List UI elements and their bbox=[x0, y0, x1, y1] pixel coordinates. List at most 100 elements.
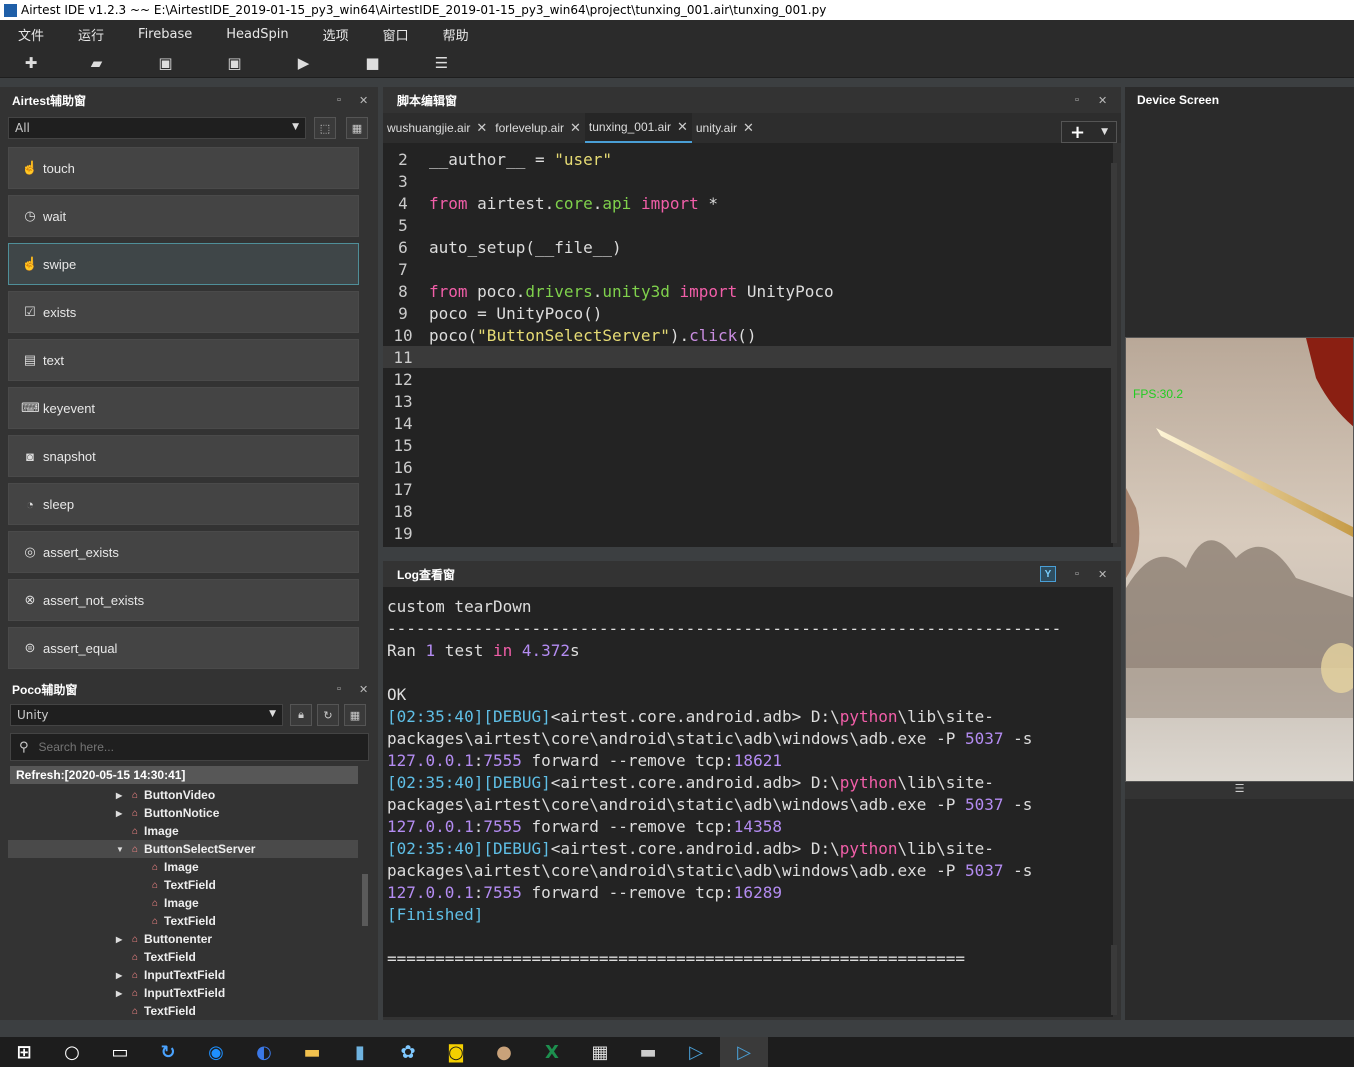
fps-label: FPS:30.2 bbox=[1133, 387, 1183, 401]
chrome-taskbar-button[interactable]: ◐ bbox=[240, 1037, 288, 1067]
chevron-right-icon[interactable]: ▶ bbox=[116, 971, 126, 980]
refresh-icon[interactable]: ↻ bbox=[317, 704, 339, 726]
code-text: poco = UnityPoco() bbox=[423, 304, 602, 323]
new-button[interactable]: ✚ bbox=[0, 48, 62, 78]
api-button-assert-equal[interactable]: ⊜ assert_equal bbox=[8, 627, 359, 669]
blue-app-taskbar-button[interactable]: ◉ bbox=[192, 1037, 240, 1067]
chevron-down-icon[interactable]: ▼ bbox=[116, 845, 126, 854]
poco-mode-select[interactable]: Unity ▼ bbox=[10, 704, 283, 726]
float-icon[interactable]: ▫ bbox=[1075, 94, 1079, 106]
chevron-right-icon[interactable]: ▶ bbox=[116, 791, 126, 800]
device-toolbar-handle[interactable]: ☰ bbox=[1125, 782, 1354, 799]
tree-node[interactable]: ⌂ TextField bbox=[8, 948, 358, 966]
api-button-sleep[interactable]: ◔ sleep bbox=[8, 483, 359, 525]
tree-node[interactable]: ⌂ TextField bbox=[8, 1002, 358, 1020]
refresh-status[interactable]: Refresh:[2020-05-15 14:30:41] bbox=[10, 766, 358, 784]
tree-node[interactable]: ⌂ TextField bbox=[8, 912, 358, 930]
editor-tab[interactable]: tunxing_001.air ✕ bbox=[584, 113, 692, 143]
menu-item[interactable]: 运行 bbox=[61, 25, 121, 44]
tree-node[interactable]: ⌂ Image bbox=[8, 822, 358, 840]
terminal-taskbar-button[interactable]: ▬ bbox=[624, 1037, 672, 1067]
code-editor[interactable]: 2 __author__ = "user" 3 4 from airtest.core.… bbox=[383, 143, 1113, 547]
open-folder-button[interactable]: ▰ bbox=[62, 48, 131, 78]
record-icon[interactable]: ▦ bbox=[344, 704, 366, 726]
screenshot-select-icon[interactable]: ⬚ bbox=[314, 117, 336, 139]
device-screen[interactable]: FPS:30.2 bbox=[1125, 337, 1354, 782]
editor-tab[interactable]: wushuangjie.air ✕ bbox=[383, 113, 491, 143]
refresh-app-taskbar-button[interactable]: ↻ bbox=[144, 1037, 192, 1067]
api-button-wait[interactable]: ◷ wait bbox=[8, 195, 359, 237]
close-icon[interactable]: ✕ bbox=[677, 119, 688, 135]
code-token: auto_setup(__file__) bbox=[429, 237, 622, 257]
windows-start-taskbar-button[interactable]: ⊞ bbox=[0, 1037, 48, 1067]
node-icon: ⌂ bbox=[132, 843, 139, 855]
close-icon[interactable]: ✕ bbox=[476, 120, 487, 136]
run-button[interactable]: ▶ bbox=[269, 48, 338, 78]
close-icon[interactable]: ✕ bbox=[359, 683, 368, 696]
api-button-snapshot[interactable]: ◙ snapshot bbox=[8, 435, 359, 477]
stop-button[interactable]: ■ bbox=[338, 48, 407, 78]
report-button[interactable]: ☰ bbox=[407, 48, 476, 78]
menu-item[interactable]: 选项 bbox=[306, 25, 366, 44]
excel-taskbar-button[interactable]: X bbox=[528, 1037, 576, 1067]
api-button-text[interactable]: ▤ text bbox=[8, 339, 359, 381]
editor-scrollbar[interactable] bbox=[1111, 163, 1117, 543]
search-circle-taskbar-button[interactable]: ○ bbox=[48, 1037, 96, 1067]
close-icon[interactable]: ✕ bbox=[359, 94, 368, 107]
poco-search[interactable]: ⚲ bbox=[10, 733, 369, 761]
editor-tab[interactable]: unity.air ✕ bbox=[692, 113, 758, 143]
api-button-assert-not-exists[interactable]: ⊗ assert_not_exists bbox=[8, 579, 359, 621]
tree-node[interactable]: ▶ ⌂ ButtonNotice bbox=[8, 804, 358, 822]
file-explorer-taskbar-button[interactable]: ▬ bbox=[288, 1037, 336, 1067]
chevron-right-icon[interactable]: ▶ bbox=[116, 809, 126, 818]
api-button-keyevent[interactable]: ⌨ keyevent bbox=[8, 387, 359, 429]
api-button-touch[interactable]: ☝ touch bbox=[8, 147, 359, 189]
api-filter-select[interactable]: All ▼ bbox=[8, 117, 306, 139]
close-icon[interactable]: ✕ bbox=[570, 120, 581, 136]
api-button-swipe[interactable]: ☝ swipe bbox=[8, 243, 359, 285]
float-icon[interactable]: ▫ bbox=[337, 683, 341, 695]
tree-node[interactable]: ▶ ⌂ InputTextField bbox=[8, 966, 358, 984]
float-icon[interactable]: ▫ bbox=[1075, 568, 1079, 580]
tree-node[interactable]: ▼ ⌂ ButtonSelectServer bbox=[8, 840, 358, 858]
menu-item[interactable]: Firebase bbox=[121, 27, 209, 42]
close-icon[interactable]: ✕ bbox=[743, 120, 754, 136]
close-icon[interactable]: ✕ bbox=[1098, 568, 1107, 581]
tree-scrollbar[interactable] bbox=[362, 874, 368, 926]
lock-icon[interactable]: 🔒︎ bbox=[290, 704, 312, 726]
menu-item[interactable]: 文件 bbox=[0, 25, 61, 44]
tree-node[interactable]: ▶ ⌂ Buttonenter bbox=[8, 930, 358, 948]
search-input[interactable] bbox=[38, 740, 339, 754]
tree-node[interactable]: ⌂ Image bbox=[8, 894, 358, 912]
calculator-taskbar-button[interactable]: ▦ bbox=[576, 1037, 624, 1067]
tree-node[interactable]: ▶ ⌂ InputTextField bbox=[8, 984, 358, 1002]
float-icon[interactable]: ▫ bbox=[337, 94, 341, 106]
avatar-app-taskbar-button[interactable]: ● bbox=[480, 1037, 528, 1067]
tree-node[interactable]: ⌂ TextField bbox=[8, 876, 358, 894]
api-button-assert-exists[interactable]: ◎ assert_exists bbox=[8, 531, 359, 573]
filter-icon[interactable]: Y bbox=[1040, 566, 1056, 582]
tree-node[interactable]: ⌂ Image bbox=[8, 858, 358, 876]
save-button[interactable]: ▣ bbox=[131, 48, 200, 78]
menu-item[interactable]: HeadSpin bbox=[209, 27, 305, 42]
code-line: 14 bbox=[383, 412, 1113, 434]
airtest-active-taskbar-button[interactable]: ▷ bbox=[720, 1037, 768, 1067]
api-button-exists[interactable]: ☑ exists bbox=[8, 291, 359, 333]
chevron-right-icon[interactable]: ▶ bbox=[116, 935, 126, 944]
record-icon[interactable]: ▦ bbox=[346, 117, 368, 139]
notepad-taskbar-button[interactable]: ▮ bbox=[336, 1037, 384, 1067]
yellow-app-taskbar-button[interactable]: ◙ bbox=[432, 1037, 480, 1067]
menu-item[interactable]: 窗口 bbox=[366, 25, 426, 44]
save-as-button[interactable]: ▣ bbox=[200, 48, 269, 78]
close-icon[interactable]: ✕ bbox=[1098, 94, 1107, 107]
task-view-taskbar-button[interactable]: ▭ bbox=[96, 1037, 144, 1067]
airtest-taskbar-button[interactable]: ▷ bbox=[672, 1037, 720, 1067]
log-scrollbar[interactable] bbox=[1111, 945, 1117, 1015]
editor-tab[interactable]: forlevelup.air ✕ bbox=[491, 113, 585, 143]
menu-item[interactable]: 帮助 bbox=[426, 25, 486, 44]
log-output[interactable]: custom tearDown -------------------------… bbox=[383, 587, 1113, 1017]
new-tab-button[interactable]: + ▼ bbox=[1061, 121, 1117, 143]
tree-node[interactable]: ▶ ⌂ ButtonVideo bbox=[8, 786, 358, 804]
chevron-right-icon[interactable]: ▶ bbox=[116, 989, 126, 998]
network-taskbar-button[interactable]: ✿ bbox=[384, 1037, 432, 1067]
